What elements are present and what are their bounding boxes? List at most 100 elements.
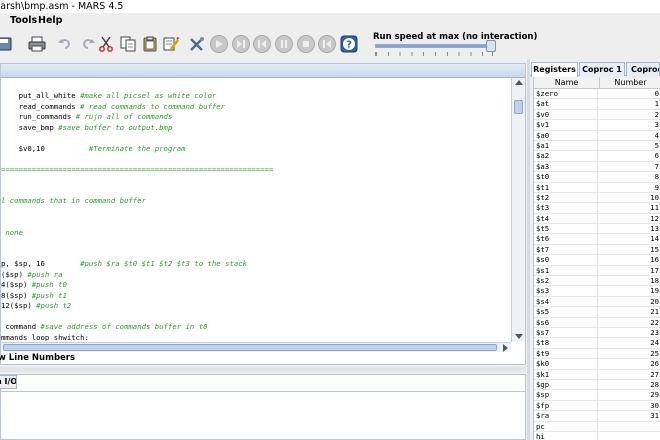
code-line[interactable]: p, $sp, 16 #push $ra $t0 $t1 $t2 $t3 to … [1, 259, 509, 270]
code-line[interactable]: 12($sp) #push t2 [1, 301, 509, 312]
register-row[interactable]: hi [534, 431, 660, 440]
scroll-up-icon[interactable] [515, 80, 523, 85]
register-row[interactable]: $ra 31 [534, 411, 660, 422]
register-row[interactable]: $t0 8 [534, 172, 660, 183]
register-name: $s6 [536, 317, 598, 328]
register-row[interactable]: $t5 13 [534, 224, 660, 235]
backstep-button[interactable] [253, 35, 271, 53]
code-line[interactable]: run_commands # rujn all of commands [1, 112, 509, 123]
redo-button[interactable] [78, 34, 98, 54]
register-row[interactable]: $sp 29 [534, 390, 660, 401]
code-line[interactable] [1, 207, 509, 218]
register-row[interactable]: $at 1 [534, 99, 660, 110]
run-io-output[interactable] [1, 391, 525, 439]
copy-button[interactable] [118, 34, 138, 54]
code-line[interactable] [1, 312, 509, 323]
register-row[interactable]: $s0 16 [534, 255, 660, 266]
show-line-numbers-checkbox[interactable]: w Line Numbers [0, 351, 526, 365]
tab-registers[interactable]: Registers [531, 62, 578, 77]
run-speed-slider[interactable] [375, 44, 493, 48]
panel-divider[interactable] [0, 367, 526, 372]
code-line[interactable]: ========================================… [1, 165, 509, 176]
menu-tools[interactable]: Tools [10, 13, 37, 29]
code-line[interactable] [1, 238, 509, 249]
register-row[interactable]: $t2 10 [534, 192, 660, 204]
scroll-thumb-horizontal[interactable] [3, 344, 497, 351]
scroll-down-icon[interactable] [515, 334, 523, 339]
register-row[interactable]: $t6 14 [534, 234, 660, 245]
register-row[interactable]: $v1 3 [534, 120, 660, 131]
register-row[interactable]: $zero 0 [534, 89, 660, 100]
column-header-name[interactable]: Name [534, 77, 600, 89]
register-row[interactable]: $t7 15 [534, 244, 660, 256]
step-button[interactable] [232, 35, 250, 53]
register-row[interactable]: $a3 7 [534, 161, 660, 173]
code-line[interactable]: l commands that in command buffer [1, 196, 509, 207]
undo-button[interactable] [55, 34, 75, 54]
register-row[interactable]: $fp 30 [534, 400, 660, 412]
register-row[interactable]: $k0 26 [534, 359, 660, 370]
pause-button[interactable] [275, 35, 293, 53]
cut-button[interactable] [96, 34, 116, 54]
register-row[interactable]: $v0 2 [534, 109, 660, 121]
toolbar: ? Run speed at max (no interaction) [0, 29, 660, 59]
menu-help[interactable]: Help [38, 13, 62, 29]
code-line[interactable]: mmands_loop_shwitch: [1, 333, 509, 342]
code-line[interactable]: save_bmp #save buffer to output.bmp [1, 123, 509, 134]
code-line[interactable] [1, 249, 509, 260]
code-line[interactable] [1, 154, 509, 165]
print-button[interactable] [27, 34, 47, 54]
find-replace-button[interactable] [161, 34, 181, 54]
register-row[interactable]: $a1 5 [534, 140, 660, 152]
register-row[interactable]: $s2 18 [534, 276, 660, 287]
register-row[interactable]: $gp 28 [534, 379, 660, 391]
register-number: 1 [654, 99, 659, 109]
code-line[interactable]: ($sp) #push ra [1, 270, 509, 281]
reset-button[interactable] [318, 35, 336, 53]
code-editor[interactable]: put_all_white #make all picsel as white … [1, 91, 509, 341]
register-row[interactable]: $t9 25 [534, 348, 660, 360]
help-button[interactable]: ? [339, 34, 359, 54]
run-button[interactable] [210, 35, 228, 53]
code-line[interactable]: 4($sp) #push t0 [1, 280, 509, 291]
register-row[interactable]: $t8 24 [534, 338, 660, 349]
register-row[interactable]: $t3 11 [534, 203, 660, 214]
register-row[interactable]: $s3 19 [534, 286, 660, 297]
code-line[interactable]: $v0,10 #Terminate the program [1, 144, 509, 155]
paste-button[interactable] [140, 34, 160, 54]
stop-button[interactable] [297, 35, 315, 53]
code-line[interactable] [1, 175, 509, 186]
register-row[interactable]: $s6 22 [534, 317, 660, 328]
code-line[interactable] [1, 217, 509, 228]
scroll-thumb[interactable] [514, 100, 523, 114]
code-line[interactable] [1, 133, 509, 144]
tab-coproc-0[interactable]: Coproc 0 [626, 62, 660, 76]
register-row[interactable]: $k1 27 [534, 369, 660, 380]
editor-tab-header [1, 64, 525, 78]
register-number: 27 [650, 369, 659, 379]
code-line[interactable]: read_commands # read commands to command… [1, 102, 509, 113]
register-row[interactable]: $a2 6 [534, 151, 660, 162]
register-row[interactable]: $s1 17 [534, 265, 660, 277]
register-row[interactable]: $a0 4 [534, 130, 660, 141]
code-line[interactable]: command #save address of commands buffer… [1, 322, 509, 333]
editor-vertical-scrollbar[interactable] [511, 78, 525, 342]
register-row[interactable]: $s4 20 [534, 296, 660, 308]
register-row[interactable]: $s7 23 [534, 327, 660, 339]
code-line[interactable]: put_all_white #make all picsel as white … [1, 91, 509, 102]
run-speed-thumb[interactable] [485, 40, 496, 52]
column-header-number[interactable]: Number [600, 77, 660, 89]
register-row[interactable]: $t4 12 [534, 213, 660, 225]
tab-run-io[interactable]: n I/O [0, 375, 17, 389]
code-line[interactable]: 8($sp) #push t1 [1, 291, 509, 302]
assemble-button[interactable] [187, 34, 207, 54]
svg-text:?: ? [346, 40, 352, 51]
register-row[interactable]: pc [534, 421, 660, 432]
title-bar: marsh\bmp.asm - MARS 4.5 [0, 0, 660, 13]
tab-coproc-1[interactable]: Coproc 1 [579, 62, 625, 76]
register-row[interactable]: $t1 9 [534, 182, 660, 193]
code-line[interactable]: none [1, 228, 509, 239]
save-button[interactable] [0, 34, 14, 54]
register-row[interactable]: $s5 21 [534, 307, 660, 318]
code-line[interactable] [1, 186, 509, 197]
